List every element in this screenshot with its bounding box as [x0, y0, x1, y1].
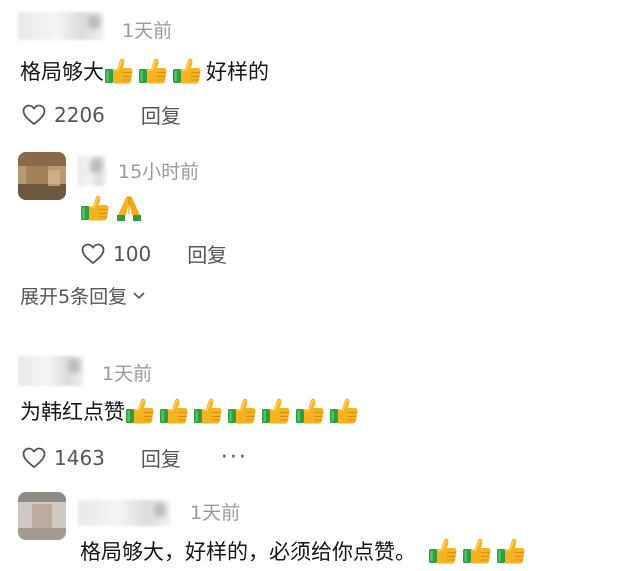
comment-text: 为韩红点赞: [20, 396, 363, 426]
reply-button[interactable]: 回复: [187, 239, 227, 268]
heart-icon[interactable]: [22, 104, 46, 126]
avatar[interactable]: [18, 492, 66, 540]
emoji-group: [125, 397, 363, 425]
comment-actions: 100 回复: [81, 239, 227, 268]
thumbs-up-icon: [261, 397, 291, 425]
thumbs-up-icon: [329, 397, 359, 425]
thumbs-up-icon: [104, 57, 134, 85]
expand-replies-label: 展开5条回复: [20, 286, 128, 308]
username-blurred[interactable]: [18, 356, 84, 386]
thumbs-up-icon: [227, 397, 257, 425]
comment-actions: 1463 回复 ···: [22, 443, 248, 472]
comment-time: 1天前: [102, 363, 153, 385]
comment-time: 1天前: [122, 20, 173, 42]
comment-time: 15小时前: [118, 161, 200, 183]
heart-icon[interactable]: [81, 243, 105, 265]
thumbs-up-icon: [159, 397, 189, 425]
thumbs-up-icon: [193, 397, 223, 425]
chevron-down-icon: [133, 291, 145, 299]
comment-text-part: 格局够大，好样的，必须给你点赞。: [80, 540, 416, 564]
thumbs-up-icon: [462, 537, 492, 565]
thumbs-up-icon: [172, 57, 202, 85]
comment-time: 1天前: [190, 502, 241, 524]
thumbs-up-icon: [428, 537, 458, 565]
thumbs-up-icon: [496, 537, 526, 565]
reply-button[interactable]: 回复: [141, 100, 181, 129]
avatar[interactable]: [18, 152, 66, 200]
username-blurred[interactable]: [78, 156, 106, 186]
comment-text: 格局够大 好样的: [20, 56, 269, 86]
expand-replies-button[interactable]: 展开5条回复: [20, 282, 147, 309]
comment-text-part: 格局够大: [20, 60, 104, 84]
more-options-button[interactable]: ···: [221, 445, 248, 470]
comment-text-part: 好样的: [206, 60, 269, 84]
like-count: 100: [113, 241, 152, 266]
thumbs-up-icon: [80, 194, 110, 222]
like-count: 1463: [54, 445, 105, 470]
comment-text-part: 为韩红点赞: [20, 400, 125, 424]
comment-text: [80, 194, 148, 222]
thumbs-up-icon: [125, 397, 155, 425]
username-blurred[interactable]: [78, 500, 170, 526]
thumbs-up-icon: [295, 397, 325, 425]
heart-icon[interactable]: [22, 447, 46, 469]
thumbs-up-icon: [138, 57, 168, 85]
folded-hands-icon: [114, 194, 144, 222]
like-count: 2206: [54, 102, 105, 127]
comment-actions: 2206 回复: [22, 100, 181, 129]
emoji-group: [80, 194, 148, 222]
emoji-group: [428, 537, 530, 565]
emoji-group: [104, 57, 206, 85]
reply-button[interactable]: 回复: [141, 443, 181, 472]
username-blurred[interactable]: [18, 12, 104, 40]
comment-text: 格局够大，好样的，必须给你点赞。: [80, 536, 530, 566]
